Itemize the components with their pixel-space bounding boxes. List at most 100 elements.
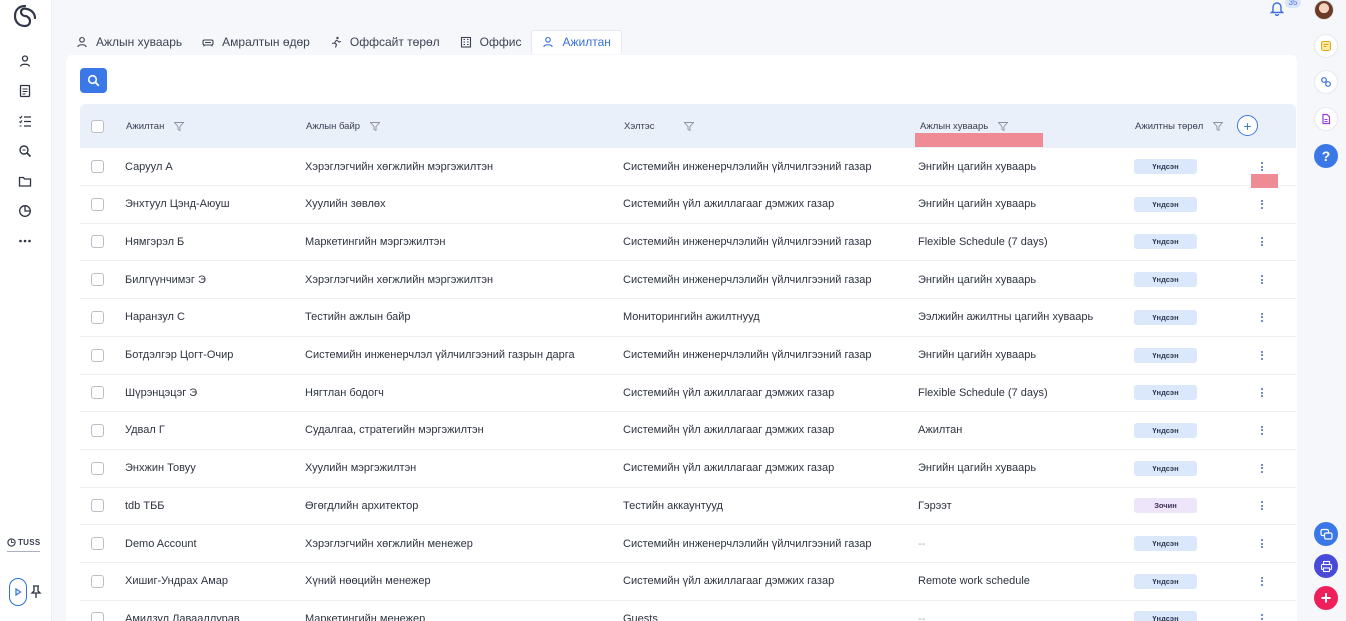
more-actions-icon[interactable] bbox=[1256, 312, 1268, 322]
expand-sidebar-button[interactable] bbox=[9, 578, 27, 606]
employee-name[interactable]: Амидзул Лавааллурав bbox=[125, 600, 240, 621]
select-all-checkbox-cell bbox=[91, 104, 104, 148]
user-avatar[interactable] bbox=[1314, 0, 1334, 20]
table-row[interactable]: Саруул А Хэрэглэгчийн хөгжлийн мэргэжилтэ… bbox=[80, 148, 1296, 186]
filter-icon[interactable] bbox=[1213, 121, 1224, 131]
row-checkbox[interactable] bbox=[91, 273, 104, 287]
app-logo-icon[interactable] bbox=[12, 3, 38, 29]
select-all-checkbox[interactable] bbox=[91, 119, 104, 133]
footer-logo: TUSS bbox=[7, 538, 41, 547]
employee-name[interactable]: Наранзул С bbox=[125, 299, 185, 336]
more-actions-icon[interactable] bbox=[1256, 350, 1268, 360]
add-column-button[interactable]: + bbox=[1237, 115, 1258, 136]
filter-icon[interactable] bbox=[370, 121, 381, 131]
printer-icon bbox=[1320, 560, 1332, 572]
tab-0[interactable]: Ажлын хуваарь bbox=[66, 30, 192, 54]
employee-name[interactable]: Нямгэрэл Б bbox=[125, 223, 184, 260]
more-actions-icon[interactable] bbox=[1256, 388, 1268, 398]
table-row[interactable]: Шүрэнцэцэг Э Нягтлан бодогч Системийн үйл … bbox=[80, 374, 1296, 413]
column-position[interactable]: Ажлын байр bbox=[306, 104, 381, 148]
more-actions-icon[interactable] bbox=[1256, 539, 1268, 548]
employee-name[interactable]: Энхтуул Цэнд-Аюуш bbox=[125, 186, 230, 223]
sidebar-chart-icon[interactable] bbox=[17, 203, 33, 219]
table-row[interactable]: Удвал Г Судалгаа, стратегийн мэргэжилтэн С… bbox=[80, 412, 1296, 450]
table-row[interactable]: Энхтуул Цэнд-Аюуш Хуулийн зөвлөх Системийн… bbox=[80, 186, 1296, 224]
table-row[interactable]: Энхжин Товуу Хуулийн мэргэжилтэн Системийн… bbox=[80, 450, 1296, 488]
sidebar-document-icon[interactable] bbox=[17, 83, 33, 99]
table-row[interactable]: Амидзул Лавааллурав Маркетингийн менежер G… bbox=[80, 600, 1296, 621]
more-actions-icon[interactable] bbox=[1256, 425, 1268, 435]
employee-name[interactable]: Ботдэлгэр Цогт-Очир bbox=[125, 337, 233, 374]
more-actions-icon[interactable] bbox=[1256, 501, 1268, 511]
more-actions-icon[interactable] bbox=[1256, 275, 1268, 285]
more-actions-icon[interactable] bbox=[1256, 199, 1268, 209]
employee-name[interactable]: Билгүүнчимэг Э bbox=[125, 261, 206, 298]
row-actions-cell bbox=[1256, 600, 1268, 621]
filter-icon[interactable] bbox=[174, 121, 185, 131]
row-checkbox[interactable] bbox=[91, 310, 104, 324]
sidebar-user-icon[interactable] bbox=[17, 53, 33, 69]
row-checkbox[interactable] bbox=[91, 537, 104, 550]
employee-type-badge: Үндсэн bbox=[1134, 385, 1197, 401]
add-fab-button[interactable]: + bbox=[1314, 586, 1338, 610]
more-actions-icon[interactable] bbox=[1256, 463, 1268, 473]
more-actions-icon[interactable] bbox=[1256, 162, 1268, 171]
employee-name[interactable]: Шүрэнцэцэг Э bbox=[125, 374, 197, 411]
table-row[interactable]: Хишиг-Ундрах Амар Хүний нөөцийн менежер Си… bbox=[80, 563, 1296, 601]
employee-name[interactable]: Саруул А bbox=[125, 148, 173, 185]
row-actions-cell bbox=[1256, 487, 1268, 524]
employee-position: Нягтлан бодогч bbox=[305, 386, 384, 399]
tab-1[interactable]: Амралтын өдөр bbox=[192, 30, 320, 54]
filter-icon[interactable] bbox=[684, 121, 695, 131]
sidebar-more-icon[interactable] bbox=[17, 233, 33, 249]
row-checkbox[interactable] bbox=[91, 612, 104, 621]
tab-label: Оффис bbox=[479, 35, 522, 49]
table-row[interactable]: Наранзул С Тестийн ажлын байр Мониторингий… bbox=[80, 299, 1296, 337]
tab-4[interactable]: Ажилтан bbox=[531, 30, 622, 54]
row-checkbox[interactable] bbox=[91, 348, 104, 362]
sidebar-checklist-icon[interactable] bbox=[17, 113, 33, 129]
table-row[interactable]: Билгүүнчимэг Э Хэрэглэгчийн хөгжлийн мэрг… bbox=[80, 261, 1296, 300]
row-checkbox[interactable] bbox=[91, 423, 104, 437]
tab-3[interactable]: Оффис bbox=[450, 30, 532, 54]
employee-position: Маркетингийн мэргэжилтэн bbox=[305, 235, 446, 248]
more-actions-icon[interactable] bbox=[1256, 614, 1268, 621]
more-actions-icon[interactable] bbox=[1256, 576, 1268, 586]
table-row[interactable]: tdb ТББ Өгөгдлийн архитектор Тестийн аккау… bbox=[80, 487, 1296, 526]
row-checkbox[interactable] bbox=[91, 197, 104, 211]
row-checkbox[interactable] bbox=[91, 499, 104, 513]
employee-department: Системийн инженерчлэлийн үйлчилгээний га… bbox=[623, 537, 872, 550]
notification-bell-icon[interactable] bbox=[1270, 0, 1284, 16]
pin-icon[interactable] bbox=[30, 585, 42, 599]
employee-name[interactable]: Энхжин Товуу bbox=[125, 450, 196, 487]
help-button[interactable]: ? bbox=[1314, 144, 1338, 168]
row-checkbox[interactable] bbox=[91, 386, 104, 400]
search-button[interactable] bbox=[80, 68, 107, 93]
filter-icon[interactable] bbox=[998, 121, 1009, 131]
table-row[interactable]: Ботдэлгэр Цогт-Очир Системийн инженерчлэл… bbox=[80, 337, 1296, 375]
chat-button[interactable] bbox=[1314, 522, 1338, 546]
column-employee[interactable]: Ажилтан bbox=[126, 104, 185, 148]
row-checkbox[interactable] bbox=[91, 574, 104, 588]
row-checkbox[interactable] bbox=[91, 461, 104, 475]
row-checkbox[interactable] bbox=[91, 160, 104, 173]
links-button[interactable] bbox=[1314, 70, 1338, 94]
employee-name[interactable]: Удвал Г bbox=[125, 412, 165, 449]
sidebar-search-icon[interactable] bbox=[17, 143, 33, 159]
tab-2[interactable]: Оффсайт төрөл bbox=[320, 30, 450, 54]
table-row[interactable]: Demo Account Хэрэглэгчийн хөгжлийн менеже… bbox=[80, 525, 1296, 563]
employee-department: Системийн инженерчлэлийн үйлчилгээний га… bbox=[623, 349, 872, 361]
employee-name[interactable]: Хишиг-Ундрах Амар bbox=[125, 563, 228, 600]
column-department[interactable]: Хэлтэс bbox=[624, 104, 695, 148]
employee-type-cell: Үндсэн bbox=[1134, 525, 1197, 562]
employee-name[interactable]: Demo Account bbox=[125, 525, 197, 562]
notes-button[interactable] bbox=[1314, 34, 1338, 58]
sidebar-folder-icon[interactable] bbox=[17, 173, 33, 189]
row-checkbox[interactable] bbox=[91, 235, 104, 249]
column-employee-type[interactable]: Ажилтны төрөл bbox=[1135, 104, 1224, 148]
pdf-button[interactable] bbox=[1314, 107, 1338, 131]
employee-name[interactable]: tdb ТББ bbox=[125, 487, 165, 524]
table-row[interactable]: Нямгэрэл Б Маркетингийн мэргэжилтэн Систем… bbox=[80, 223, 1296, 262]
print-button[interactable] bbox=[1314, 554, 1338, 578]
more-actions-icon[interactable] bbox=[1256, 237, 1268, 247]
